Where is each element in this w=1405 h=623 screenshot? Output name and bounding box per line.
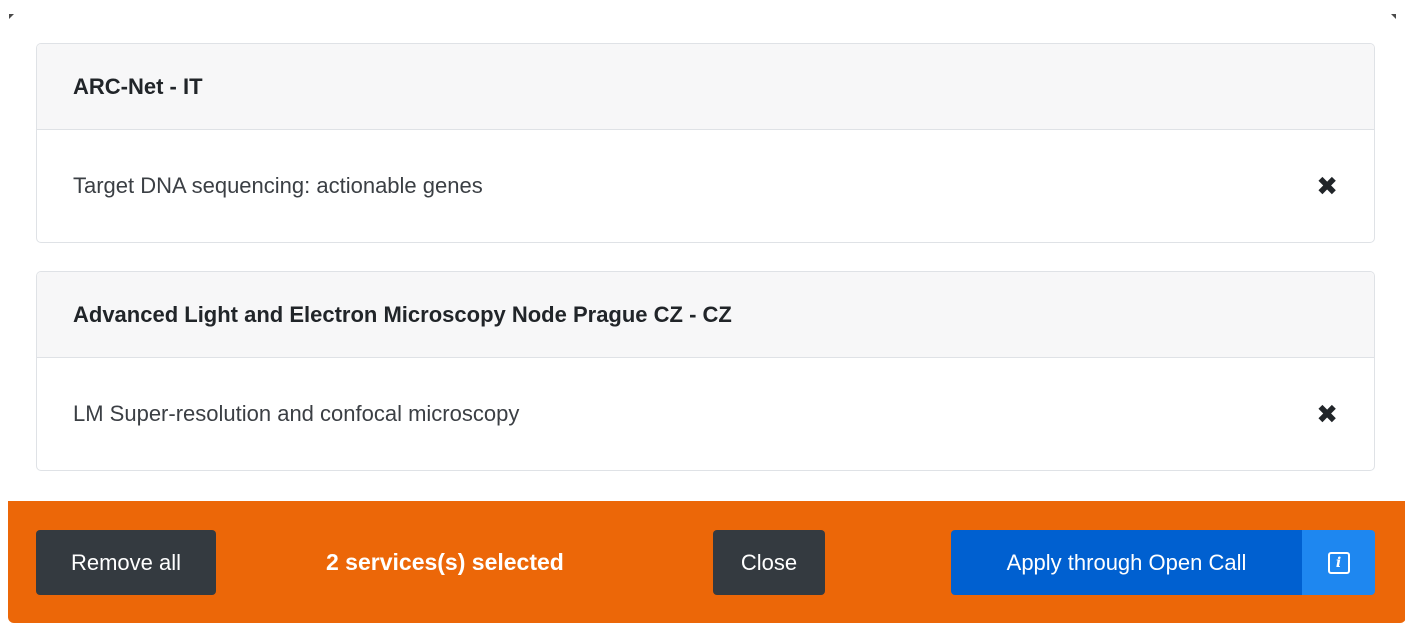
corner-marker-right (1391, 14, 1396, 19)
info-button[interactable]: i (1302, 530, 1375, 595)
selected-services-list: ARC-Net - IT Target DNA sequencing: acti… (36, 43, 1375, 499)
corner-marker-left (9, 14, 14, 19)
provider-name: Advanced Light and Electron Microscopy N… (37, 272, 1374, 358)
service-name: LM Super-resolution and confocal microsc… (73, 401, 520, 426)
remove-all-button[interactable]: Remove all (36, 530, 216, 595)
provider-name: ARC-Net - IT (37, 44, 1374, 130)
close-button[interactable]: Close (713, 530, 825, 595)
service-card: Advanced Light and Electron Microscopy N… (36, 271, 1375, 471)
service-row: LM Super-resolution and confocal microsc… (37, 358, 1374, 470)
apply-open-call-button[interactable]: Apply through Open Call (951, 530, 1302, 595)
selected-services-panel: ARC-Net - IT Target DNA sequencing: acti… (0, 0, 1405, 623)
service-card: ARC-Net - IT Target DNA sequencing: acti… (36, 43, 1375, 243)
info-icon: i (1327, 551, 1350, 574)
selection-footer-bar: Remove all 2 services(s) selected Close … (8, 501, 1405, 623)
service-name: Target DNA sequencing: actionable genes (73, 173, 483, 198)
remove-service-icon[interactable]: ✖ (1316, 401, 1338, 427)
remove-service-icon[interactable]: ✖ (1316, 173, 1338, 199)
service-row: Target DNA sequencing: actionable genes … (37, 130, 1374, 242)
selected-count-text: 2 services(s) selected (326, 549, 564, 575)
